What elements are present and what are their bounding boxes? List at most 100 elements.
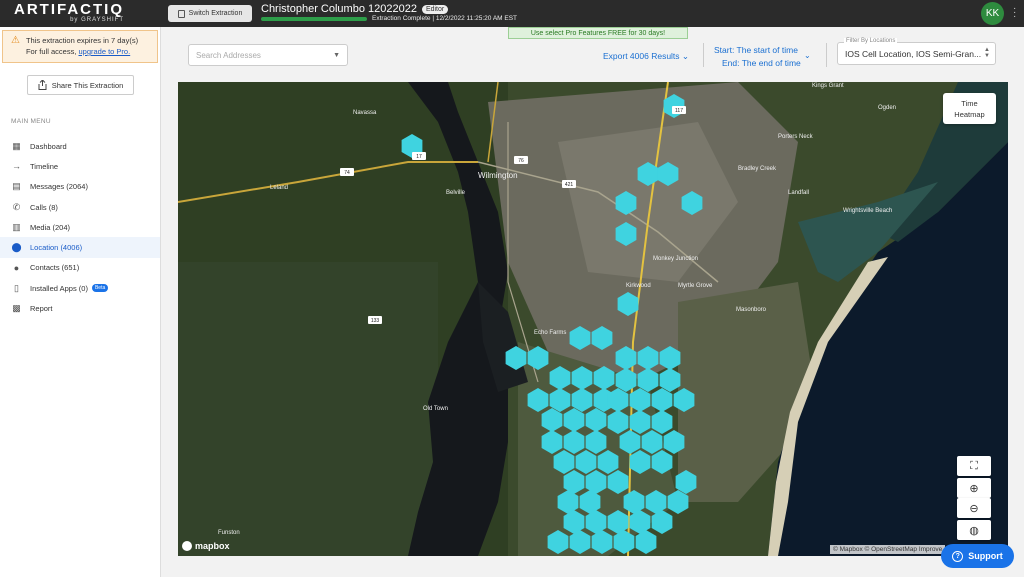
filter-value: IOS Cell Location, IOS Semi-Gran... [845,49,981,59]
expire-line: This extraction expires in 7 day(s) [25,36,139,45]
search-addresses-field[interactable]: ▼ [188,44,348,66]
promo-banner[interactable]: Use select Pro Features FREE for 30 days… [508,27,688,39]
sidebar-item-calls[interactable]: ✆ Calls (8) [0,197,160,217]
sidebar-item-label: Dashboard [30,141,67,151]
road-shield-label: 17 [416,154,422,160]
expiration-text: This extraction expires in 7 day(s) For … [26,35,138,62]
person-icon: ● [13,262,20,273]
extraction-title: Christopher Columbo 12022022 [261,3,417,15]
chevron-down-icon: ⌄ [681,51,690,61]
filter-label: Filter By Locations [844,38,898,44]
end-date: End: The end of time [722,58,801,68]
sidebar-item-installed[interactable]: ▯ Installed Apps (0) Beta [0,278,160,298]
filter-locations-select[interactable]: Filter By Locations IOS Cell Location, I… [837,38,996,65]
media-icon: ▥ [12,221,21,232]
globe-icon[interactable]: ◍ [957,520,991,540]
share-extraction-button[interactable]: Share This Extraction [27,75,134,95]
map-place-label: Navassa [353,110,377,116]
extraction-status: Extraction Complete | 12/2/2022 11:25:20… [372,15,518,22]
sidebar-item-timeline[interactable]: → Timeline [0,156,160,176]
sidebar-item-label: Media (204) [30,222,71,232]
map-place-label: Ogden [878,105,896,111]
export-results-button[interactable]: Export 4006 Results ⌄ [603,51,689,62]
access-line: For full access, upgrade to Pro. [26,46,138,57]
map-canvas[interactable]: Navassa Leland Belville Wilmington Wrightsvi… [178,82,1008,556]
location-map[interactable]: Navassa Leland Belville Wilmington Wrightsvi… [178,82,1008,556]
timeline-arrow-icon: → [12,161,21,172]
dashboard-icon: ▦ [12,140,21,151]
document-icon [177,9,185,18]
time-heatmap-label-1: Time [961,98,978,108]
select-arrows-icon: ▲ ▼ [984,47,990,59]
role-badge: Editor [421,4,449,14]
road-shield-label: 74 [344,170,350,176]
chevron-down-icon[interactable]: ▼ [333,52,340,59]
share-label: Share This Extraction [51,80,124,90]
fullscreen-icon[interactable]: ⛶ [957,456,991,476]
sidebar-item-label: Installed Apps (0) [30,283,88,293]
sidebar-item-label: Report [30,304,53,314]
extraction-progress-bar [261,17,367,21]
map-place-label: Old Town [423,406,448,412]
map-place-label: Myrtle Grove [678,283,713,289]
support-button[interactable]: ? Support [941,544,1014,568]
avatar[interactable]: KK [981,2,1004,25]
map-place-label: Leland [270,185,288,191]
menu-title: MAIN MENU [11,118,51,125]
date-range-selector[interactable]: Start: The start of time End: The end of… [714,44,801,70]
map-place-label: Monkey Junction [653,256,698,262]
more-vertical-icon[interactable]: · · · [1013,4,1016,22]
map-place-label: Bradley Creek [738,166,777,172]
share-icon [38,80,47,90]
switch-extraction-label: Switch Extraction [188,10,243,17]
sidebar-item-label: Calls (8) [30,202,58,212]
map-place-label: Masonboro [736,307,767,313]
warning-icon: ⚠ [11,35,20,46]
location-pin-icon: ⬤ [11,242,22,253]
divider [703,43,704,67]
export-label: Export 4006 Results [603,51,680,61]
artifactiq-logo: ARTIFACTIQ by GRAYSHIFT [14,1,124,23]
map-place-label: Funston [218,530,240,536]
main-menu: ▦ Dashboard → Timeline ▤ Messages (2064) ✆ Call… [0,136,160,319]
start-date: Start: The start of time [714,45,798,55]
time-heatmap-label-2: Heatmap [954,109,985,119]
road-shield: 17 [412,152,426,160]
zoom-out-icon[interactable]: ⊖ [957,498,991,518]
sidebar-item-location[interactable]: ⬤ Location (4006) [0,237,160,258]
logo-text: ARTIFACTIQ [14,1,124,18]
sidebar-item-messages[interactable]: ▤ Messages (2064) [0,177,160,197]
beta-badge: Beta [91,284,109,293]
road-shield: 117 [672,106,686,114]
sidebar: ⚠ This extraction expires in 7 day(s) Fo… [0,27,161,577]
extraction-title-group: Christopher Columbo 12022022 Editor [261,3,449,15]
map-attribution[interactable]: © Mapbox © OpenStreetMap Improve [830,545,946,554]
map-place-label: Wrightsville Beach [843,208,892,214]
map-place-label: Landfall [788,190,809,196]
divider [826,43,827,67]
phone-device-icon: ▯ [14,282,19,293]
sidebar-item-label: Timeline [30,161,59,171]
support-label: Support [968,551,1003,561]
sidebar-item-dashboard[interactable]: ▦ Dashboard [0,136,160,156]
sidebar-item-contacts[interactable]: ● Contacts (651) [0,258,160,278]
map-place-label: Wilmington [478,171,518,180]
switch-extraction-button[interactable]: Switch Extraction [168,5,252,22]
road-shield: 421 [562,180,576,188]
map-place-label: Echo Farms [534,330,566,336]
time-heatmap-toggle[interactable]: Time Heatmap [943,93,996,124]
zoom-in-icon[interactable]: ⊕ [957,478,991,498]
map-place-label: Belville [446,190,466,196]
chevron-down-icon[interactable]: ⌄ [804,51,811,60]
sidebar-item-label: Messages (2064) [30,182,88,192]
search-input[interactable] [196,50,316,60]
road-shield-label: 76 [518,158,524,164]
mapbox-logo: mapbox [182,541,230,551]
mapbox-brand: mapbox [195,541,230,551]
help-icon: ? [952,550,964,562]
map-place-label: Kings Grant [812,83,844,89]
sidebar-item-media[interactable]: ▥ Media (204) [0,217,160,237]
upgrade-link[interactable]: upgrade to Pro. [78,47,130,56]
road-shield-label: 133 [371,318,380,324]
sidebar-item-report[interactable]: ▩ Report [0,298,160,318]
